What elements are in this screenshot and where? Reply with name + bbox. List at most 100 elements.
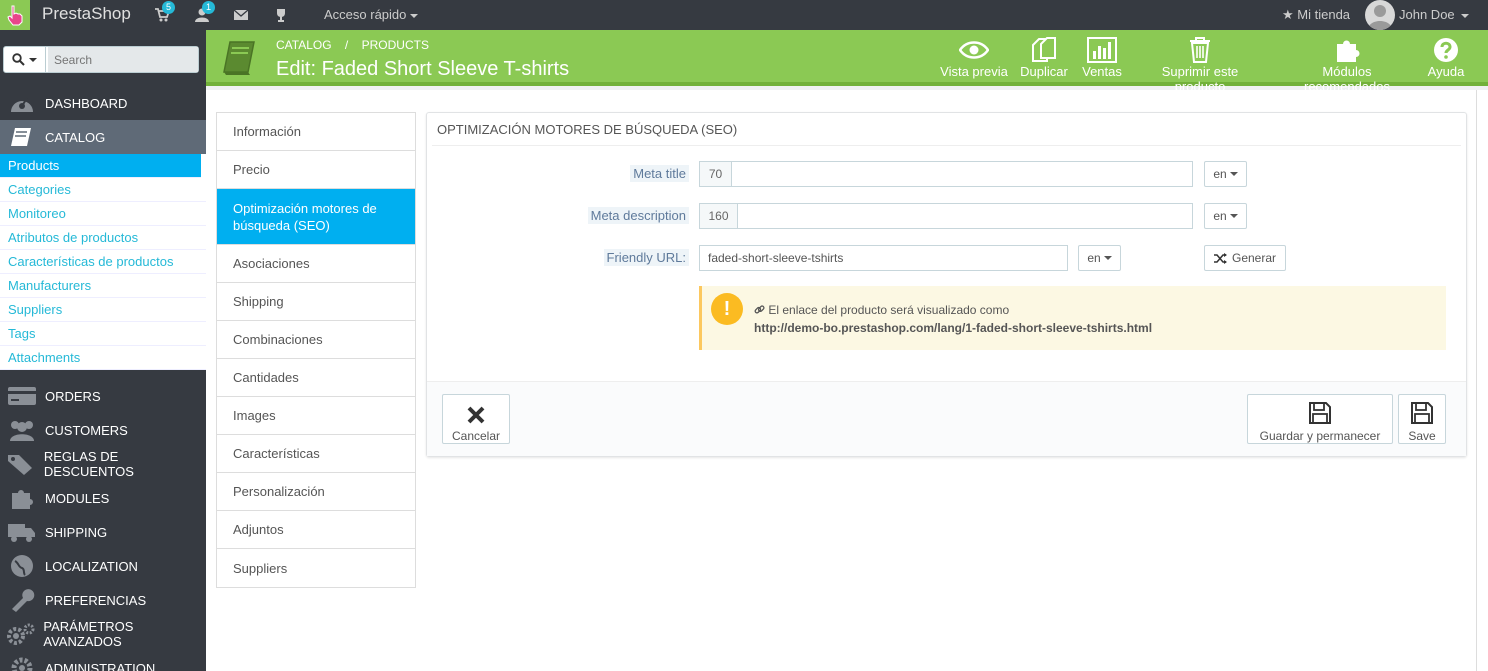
chevron-down-icon: [1229, 172, 1238, 176]
submenu-manufacturers[interactable]: Manufacturers: [0, 274, 206, 298]
nav-label: SHIPPING: [45, 524, 108, 540]
user-menu[interactable]: John Doe: [1399, 7, 1470, 22]
breadcrumb-catalog[interactable]: CATALOG: [276, 38, 332, 52]
preview-button[interactable]: Vista previa: [940, 36, 1008, 79]
chevron-down-icon: [1103, 256, 1112, 260]
nav-dashboard[interactable]: DASHBOARD: [0, 86, 206, 120]
breadcrumb-products[interactable]: PRODUCTS: [362, 38, 429, 52]
nav-localization[interactable]: LOCALIZATION: [0, 549, 206, 583]
cart-icon[interactable]: 5: [154, 1, 176, 23]
meta-title-lang-dropdown[interactable]: en: [1204, 161, 1247, 187]
meta-description-lang-dropdown[interactable]: en: [1204, 203, 1247, 229]
nav-customers[interactable]: CUSTOMERS: [0, 413, 206, 447]
floppy-icon: [1399, 395, 1445, 425]
tab-precio[interactable]: Precio: [217, 151, 415, 189]
save-and-stay-button[interactable]: Guardar y permanecer: [1247, 394, 1393, 444]
nav-advanced-parameters[interactable]: PARÁMETROS AVANZADOS: [0, 617, 206, 651]
friendly-url-lang-dropdown[interactable]: en: [1078, 245, 1121, 271]
tab-cantidades[interactable]: Cantidades: [217, 359, 415, 397]
cart-badge: 5: [162, 1, 176, 14]
meta-description-input[interactable]: [737, 203, 1193, 229]
my-shop-link[interactable]: ★ Mi tienda: [1282, 7, 1350, 23]
tab-seo[interactable]: Optimización motores de búsqueda (SEO): [217, 189, 415, 245]
tab-suppliers[interactable]: Suppliers: [217, 549, 415, 587]
recommended-modules-button[interactable]: Módulos recomendados: [1278, 36, 1416, 94]
meta-description-label-wrap: Meta description: [427, 207, 689, 227]
page-header: CATALOG / PRODUCTS Edit: Faded Short Sle…: [206, 30, 1488, 94]
generate-button[interactable]: Generar: [1204, 245, 1286, 271]
eye-icon: [940, 36, 1008, 64]
trophy-icon[interactable]: [273, 7, 289, 23]
sidebar: DASHBOARD CATALOG Products Categories Mo…: [0, 30, 206, 671]
lang-label: en: [1087, 251, 1101, 265]
nav-label: LOCALIZATION: [45, 558, 138, 574]
save-button[interactable]: Save: [1398, 394, 1446, 444]
panel-footer: Cancelar Guardar y permanecer Save: [427, 381, 1466, 456]
main-content: Información Precio Optimización motores …: [206, 90, 1476, 671]
submenu-suppliers[interactable]: Suppliers: [0, 298, 206, 322]
submenu-categories[interactable]: Categories: [0, 178, 206, 202]
submenu-attributes[interactable]: Atributos de productos: [0, 226, 206, 250]
lang-label: en: [1213, 167, 1227, 181]
nav-label: MODULES: [45, 490, 110, 506]
alert-url: http://demo-bo.prestashop.com/lang/1-fad…: [754, 321, 1153, 335]
bar-chart-icon: [1081, 36, 1123, 64]
wrench-icon: [6, 588, 38, 612]
search-type-dropdown[interactable]: [4, 47, 46, 72]
submenu-features[interactable]: Características de productos: [0, 250, 206, 274]
nav-orders[interactable]: ORDERS: [0, 379, 206, 413]
friendly-url-input[interactable]: faded-short-sleeve-tshirts: [699, 245, 1068, 271]
chevron-down-icon: [1229, 214, 1238, 218]
envelope-icon[interactable]: [233, 7, 249, 23]
catalog-submenu: Products Categories Monitoreo Atributos …: [0, 154, 206, 370]
submenu-attachments[interactable]: Attachments: [0, 346, 206, 370]
lang-label: en: [1213, 209, 1227, 223]
product-tabs: Información Precio Optimización motores …: [216, 112, 416, 588]
delete-product-button[interactable]: Suprimir este producto: [1135, 36, 1265, 94]
tab-combinaciones[interactable]: Combinaciones: [217, 321, 415, 359]
meta-description-label: Meta description: [587, 207, 689, 224]
customer-icon[interactable]: 1: [194, 1, 216, 23]
search-input[interactable]: [48, 47, 198, 72]
save-label: Save: [1408, 429, 1436, 443]
meta-title-input[interactable]: [731, 161, 1193, 187]
friendly-url-label: Friendly URL:: [603, 249, 689, 266]
cancel-button[interactable]: Cancelar: [442, 394, 510, 444]
nav-catalog[interactable]: CATALOG: [0, 120, 206, 154]
tab-shipping[interactable]: Shipping: [217, 283, 415, 321]
search-box: [3, 46, 199, 73]
quick-access-menu[interactable]: Acceso rápido: [324, 7, 419, 22]
nav-preferences[interactable]: PREFERENCIAS: [0, 583, 206, 617]
tab-informacion[interactable]: Información: [217, 113, 415, 151]
duplicate-button[interactable]: Duplicar: [1019, 36, 1069, 79]
scrollbar-track[interactable]: [1476, 90, 1488, 671]
nav-modules[interactable]: MODULES: [0, 481, 206, 515]
nav-administration[interactable]: ADMINISTRATION: [0, 651, 206, 671]
chevron-down-icon: [29, 57, 37, 62]
tab-caracteristicas[interactable]: Características: [217, 435, 415, 473]
book-icon: [6, 125, 38, 149]
help-label: Ayuda: [1427, 64, 1465, 79]
tab-images[interactable]: Images: [217, 397, 415, 435]
trash-icon: [1135, 36, 1265, 64]
nav-label: ADMINISTRATION: [45, 660, 156, 671]
seo-panel: OPTIMIZACIÓN MOTORES DE BÚSQUEDA (SEO) M…: [426, 112, 1467, 457]
tab-personalizacion[interactable]: Personalización: [217, 473, 415, 511]
nav-discounts[interactable]: REGLAS DE DESCUENTOS: [0, 447, 206, 481]
brand-name[interactable]: PrestaShop: [42, 4, 131, 24]
puzzle-icon: [6, 486, 38, 510]
submenu-products[interactable]: Products: [0, 154, 201, 178]
sales-button[interactable]: Ventas: [1081, 36, 1123, 79]
nav-shipping[interactable]: SHIPPING: [0, 515, 206, 549]
cogs-icon: [6, 622, 36, 646]
avatar[interactable]: [1365, 0, 1395, 30]
help-button[interactable]: Ayuda: [1426, 36, 1466, 79]
tab-asociaciones[interactable]: Asociaciones: [217, 245, 415, 283]
chevron-down-icon: [410, 13, 419, 18]
tab-adjuntos[interactable]: Adjuntos: [217, 511, 415, 549]
prestashop-logo-icon[interactable]: [0, 0, 30, 30]
submenu-monitoreo[interactable]: Monitoreo: [0, 202, 206, 226]
sales-label: Ventas: [1082, 64, 1122, 79]
panel-heading: OPTIMIZACIÓN MOTORES DE BÚSQUEDA (SEO): [437, 122, 738, 137]
submenu-tags[interactable]: Tags: [0, 322, 206, 346]
